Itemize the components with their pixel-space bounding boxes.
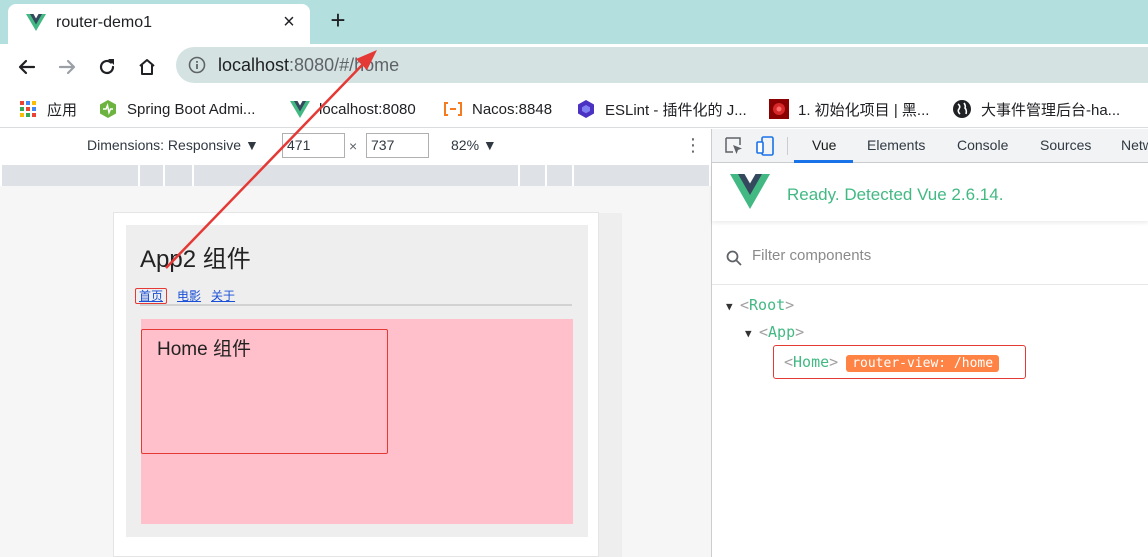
vue-ready-status: Ready. Detected Vue 2.6.14. (787, 185, 1004, 204)
globe-icon (952, 99, 972, 119)
vue-logo-icon (730, 174, 770, 209)
component-name: Home (793, 353, 830, 371)
bookmark-label: 应用 (47, 101, 78, 119)
more-options-icon[interactable]: ⋮ (684, 136, 702, 154)
url-host: localhost (218, 55, 290, 75)
red-avatar-icon (769, 99, 789, 119)
bookmark-localhost[interactable]: localhost:8080 (290, 97, 416, 121)
bookmark-label: ESLint - 插件化的 J... (605, 101, 747, 119)
app-component: App2 组件 首页 电影 关于 Home 组件 (126, 225, 588, 537)
ruler-divider (545, 165, 547, 186)
home-title: Home 组件 (157, 339, 251, 360)
expand-arrow-icon[interactable]: ▼ (726, 300, 740, 313)
divider (140, 304, 572, 306)
ruler-divider (572, 165, 574, 186)
device-toolbar: Dimensions: Responsive ▼ 471 × 737 82% ▼… (0, 129, 711, 163)
info-icon[interactable] (188, 56, 206, 74)
tag-bracket: > (795, 323, 805, 341)
home-icon[interactable] (132, 52, 162, 82)
new-tab-icon[interactable]: + (324, 6, 352, 34)
vue-devtools-header: Ready. Detected Vue 2.6.14. (712, 163, 1148, 221)
nav-link-home[interactable]: 首页 (135, 288, 168, 304)
tab-network[interactable]: Netw (1121, 137, 1148, 153)
bookmark-big-event[interactable]: 大事件管理后台-ha... (952, 97, 1120, 121)
address-bar[interactable]: localhost:8080/#/home (176, 47, 1148, 83)
vue-logo-icon (26, 14, 46, 31)
forward-icon[interactable] (52, 52, 82, 82)
home-component: Home 组件 (141, 329, 388, 454)
filter-components-input[interactable]: Filter components (752, 247, 871, 264)
component-filter[interactable]: Filter components (712, 233, 1148, 285)
height-input[interactable]: 737 (366, 133, 429, 158)
apps-grid-icon (18, 99, 38, 119)
ruler-divider (138, 165, 140, 186)
bookmark-label: 1. 初始化项目 | 黑... (798, 101, 930, 119)
width-input[interactable]: 471 (282, 133, 345, 158)
expand-arrow-icon[interactable]: ▼ (745, 327, 759, 340)
back-icon[interactable] (12, 52, 42, 82)
tab-console[interactable]: Console (957, 137, 1008, 153)
ruler-divider (518, 165, 520, 186)
nav-link-movie[interactable]: 电影 (177, 289, 201, 303)
bookmark-nacos[interactable]: Nacos:8848 (443, 97, 552, 121)
tag-bracket: < (759, 323, 769, 341)
bookmark-label: localhost:8080 (319, 100, 416, 118)
devtools-tab-bar: Vue Elements Console Sources Netw (712, 129, 1148, 163)
ruler-divider (192, 165, 194, 186)
tree-node-home[interactable]: <Home> router-view: /home (773, 345, 1026, 379)
url-path: :8080/#/home (289, 55, 400, 75)
nav-link-about[interactable]: 关于 (211, 289, 235, 303)
url-text[interactable]: localhost:8080/#/home (218, 55, 399, 76)
tag-bracket: > (785, 296, 795, 314)
bookmark-label: 大事件管理后台-ha... (981, 101, 1121, 119)
toolbar-separator (787, 137, 788, 155)
tag-bracket: < (740, 296, 750, 314)
device-viewport: App2 组件 首页 电影 关于 Home 组件 (113, 212, 599, 557)
vue-logo-icon (290, 99, 310, 119)
component-name: Root (749, 296, 786, 314)
devtools-panel: Vue Elements Console Sources Netw Ready.… (712, 129, 1148, 557)
spring-boot-icon (98, 99, 118, 119)
tree-node-home-label: <Home> router-view: /home (784, 353, 1000, 372)
tab-strip: router-demo1 × + (0, 0, 1148, 44)
router-view-area: Home 组件 (141, 319, 573, 524)
app-title: App2 组件 (140, 246, 251, 273)
bookmark-spring-boot-admin[interactable]: Spring Boot Admi... (98, 97, 255, 121)
eslint-icon (576, 99, 596, 119)
ruler-divider (163, 165, 165, 186)
bookmark-init-project[interactable]: 1. 初始化项目 | 黑... (769, 97, 929, 121)
bookmark-label: Nacos:8848 (472, 100, 553, 118)
tree-node-app[interactable]: ▼ <App> (745, 323, 804, 345)
close-tab-icon[interactable]: × (278, 11, 300, 33)
media-query-ruler (2, 165, 709, 186)
search-icon (726, 250, 742, 266)
component-name: App (768, 323, 796, 341)
reload-icon[interactable] (92, 52, 122, 82)
device-toolbar-icon[interactable] (756, 136, 776, 156)
router-view-badge: router-view: /home (846, 355, 1000, 372)
tab-sources[interactable]: Sources (1040, 137, 1091, 153)
browser-window: router-demo1 × + localhost:8080/#/home 应… (0, 0, 1148, 557)
tag-bracket: > (829, 353, 839, 371)
tab-title: router-demo1 (56, 14, 153, 31)
scroll-gutter (599, 213, 622, 557)
browser-toolbar: localhost:8080/#/home (0, 44, 1148, 90)
nacos-icon (443, 99, 463, 119)
tree-node-root[interactable]: ▼ <Root> (726, 296, 794, 318)
bookmark-eslint[interactable]: ESLint - 插件化的 J... (576, 97, 747, 121)
bookmarks-bar: 应用 Spring Boot Admi... localhost:8080 Na… (0, 90, 1148, 128)
tab-vue[interactable]: Vue (812, 137, 836, 153)
dimensions-dropdown[interactable]: Dimensions: Responsive ▼ (87, 137, 259, 153)
browser-tab[interactable]: router-demo1 × (8, 4, 310, 44)
inspect-element-icon[interactable] (724, 136, 744, 156)
tab-elements[interactable]: Elements (867, 137, 925, 153)
app-nav: 首页 电影 关于 (135, 287, 245, 304)
zoom-dropdown[interactable]: 82% ▼ (451, 137, 497, 153)
dimension-separator: × (349, 138, 358, 154)
emulated-page-pane: Dimensions: Responsive ▼ 471 × 737 82% ▼… (0, 129, 711, 557)
bookmark-label: Spring Boot Admi... (127, 100, 256, 118)
bookmark-apps[interactable]: 应用 (18, 97, 77, 121)
tag-bracket: < (784, 353, 794, 371)
